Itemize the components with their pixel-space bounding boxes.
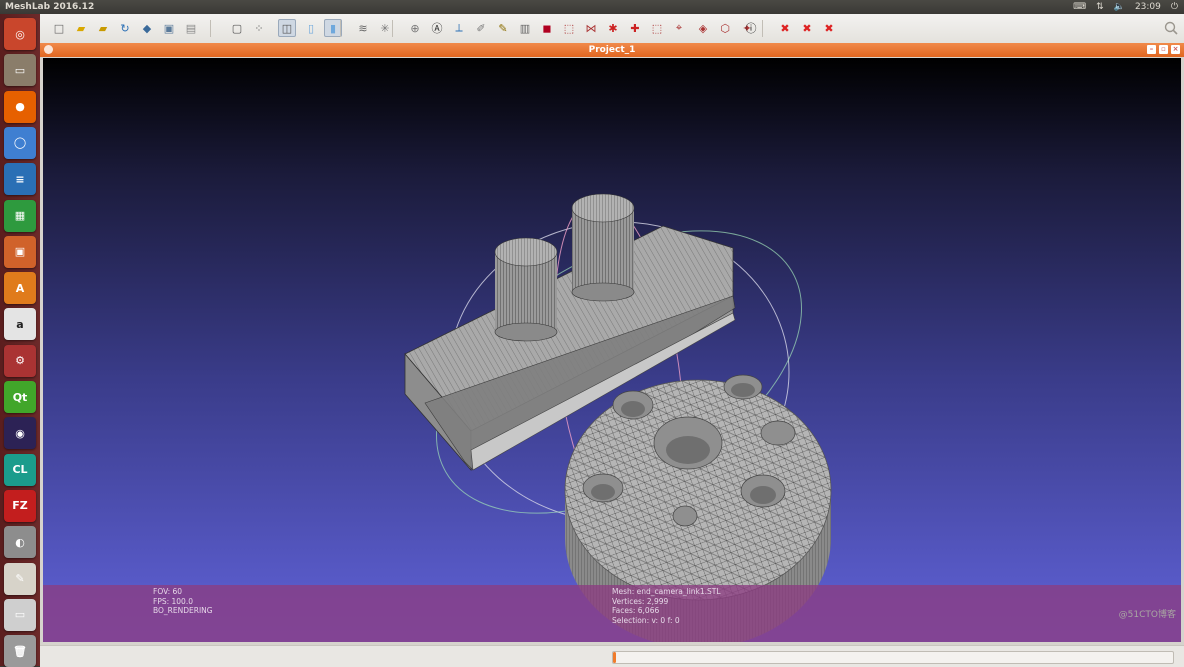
impress-icon[interactable]: ▣ xyxy=(4,235,36,268)
restore-icon[interactable]: ▫ xyxy=(1159,45,1168,54)
clion-icon[interactable]: CL xyxy=(4,453,36,486)
eclipse-icon[interactable]: ◉ xyxy=(4,417,36,450)
points-icon[interactable]: ⁘ xyxy=(250,19,268,37)
meshlab-eye-icon[interactable]: ◐ xyxy=(4,526,36,559)
system-tray: ⌨ ⇅ 🔈 23:09 ⏻ xyxy=(1073,0,1178,14)
selection-label: Selection: v: 0 f: 0 xyxy=(612,615,680,625)
open-mesh-icon[interactable]: ▰ xyxy=(94,19,112,37)
settings-icon[interactable]: ⚙ xyxy=(4,344,36,377)
select-vertex-icon[interactable]: ▥ xyxy=(516,19,534,37)
select-connected-icon[interactable]: ⋈ xyxy=(582,19,600,37)
clock[interactable]: 23:09 xyxy=(1135,0,1161,14)
close-icon[interactable]: × xyxy=(1171,45,1180,54)
edit-fragments-icon[interactable]: ⬡ xyxy=(716,19,734,37)
toolbar-separator xyxy=(392,20,393,37)
layers-icon[interactable]: ▤ xyxy=(182,19,200,37)
trash-icon[interactable]: 🗑 xyxy=(4,635,36,667)
knob-left xyxy=(494,237,558,342)
select-faces-icon[interactable]: ⬚ xyxy=(560,19,578,37)
keyboard-icon[interactable]: ⌨ xyxy=(1073,0,1086,14)
minimize-icon[interactable]: – xyxy=(1147,45,1156,54)
georef-icon[interactable]: ⬚ xyxy=(648,19,666,37)
project-window-titlebar[interactable]: Project_1 – ▫ × xyxy=(40,43,1184,57)
fov-label: FOV: 60 xyxy=(153,587,183,596)
delete-selected-vertices-icon[interactable]: ✖ xyxy=(798,19,816,37)
mdi-area: Project_1 – ▫ × FOV: 60 FPS: 100.0 BO_RE… xyxy=(40,43,1184,667)
knob-right xyxy=(571,193,635,302)
manual-align-icon[interactable]: ✚ xyxy=(626,19,644,37)
vertices-label: Vertices: 2,999 xyxy=(612,596,669,606)
qt-creator-icon[interactable]: Qt xyxy=(4,381,36,413)
open-project-icon[interactable]: ▰ xyxy=(72,19,90,37)
app-title: MeshLab 2016.12 xyxy=(5,2,95,12)
chromium-icon[interactable]: ◯ xyxy=(4,126,36,159)
window-title: Project_1 xyxy=(588,45,636,55)
layer-dialog-icon[interactable]: ≋ xyxy=(354,19,372,37)
faces-label: Faces: 6,066 xyxy=(612,606,660,615)
writer-icon[interactable]: ≡ xyxy=(4,163,36,196)
files-icon[interactable]: ▭ xyxy=(4,54,36,87)
render-info: FOV: 60 FPS: 100.0 BO_RENDERING xyxy=(153,587,213,616)
toolbar-separator xyxy=(340,20,341,37)
reload-icon[interactable]: ↻ xyxy=(116,19,134,37)
watermark: @51CTO博客 xyxy=(1118,610,1176,620)
edit-texture-icon[interactable]: ◼ xyxy=(538,19,556,37)
select-faces-area-icon[interactable]: ✱ xyxy=(604,19,622,37)
calc-icon[interactable]: ▦ xyxy=(4,199,36,232)
drive-icon[interactable]: ▭ xyxy=(4,598,36,631)
ubuntu-dash-icon[interactable]: ◎ xyxy=(4,18,36,50)
software-center-icon[interactable]: A xyxy=(4,272,36,305)
pick-points-icon[interactable]: ✐ xyxy=(472,19,490,37)
network-icon[interactable]: ⇅ xyxy=(1096,0,1104,14)
volume-icon[interactable]: 🔈 xyxy=(1114,0,1125,14)
new-project-icon[interactable]: □ xyxy=(50,19,68,37)
status-bar xyxy=(40,645,1184,667)
firefox-icon[interactable]: ● xyxy=(4,90,36,123)
toolbar-separator xyxy=(762,20,763,37)
window-menu-icon[interactable] xyxy=(44,45,53,54)
3d-viewport[interactable]: FOV: 60 FPS: 100.0 BO_RENDERING Mesh: en… xyxy=(43,58,1181,642)
progress-bar xyxy=(612,651,1174,664)
power-icon[interactable]: ⏻ xyxy=(1171,0,1178,14)
wireframe-icon[interactable]: ◫ xyxy=(278,19,296,37)
flat-lines-icon[interactable]: ▯ xyxy=(302,19,320,37)
toolbar-separator xyxy=(210,20,211,37)
mesh-info: Mesh: end_camera_link1.STL Vertices: 2,9… xyxy=(612,587,721,625)
annotation-icon[interactable]: Ⓐ xyxy=(428,19,446,37)
import-raster-icon[interactable]: ▣ xyxy=(160,19,178,37)
progress-fill xyxy=(613,652,616,663)
fps-label: FPS: 100.0 xyxy=(153,596,193,606)
delete-selection-icon[interactable]: ✖ xyxy=(820,19,838,37)
mesh-render xyxy=(404,193,832,642)
info-icon[interactable]: ⓘ xyxy=(742,19,760,37)
select-region-icon[interactable]: ⌖ xyxy=(670,19,688,37)
bbox-icon[interactable]: ▢ xyxy=(228,19,246,37)
text-editor-icon[interactable]: ✎ xyxy=(4,562,36,595)
top-panel: MeshLab 2016.12 ⌨ ⇅ 🔈 23:09 ⏻ xyxy=(0,0,1184,14)
filezilla-icon[interactable]: FZ xyxy=(4,489,36,522)
delete-selected-faces-icon[interactable]: ✖ xyxy=(776,19,794,37)
mesh-name-label: Mesh: end_camera_link1.STL xyxy=(612,587,721,596)
edit-mesh-icon[interactable]: ◈ xyxy=(694,19,712,37)
render-mode-label: BO_RENDERING xyxy=(153,606,213,615)
align-icon[interactable]: ⊕ xyxy=(406,19,424,37)
info-overlay: FOV: 60 FPS: 100.0 BO_RENDERING Mesh: en… xyxy=(43,585,1181,642)
search-icon[interactable] xyxy=(1164,20,1178,39)
amazon-icon[interactable]: a xyxy=(4,308,36,341)
save-snapshot-icon[interactable]: ◆ xyxy=(138,19,156,37)
main-toolbar: □ ▰ ▰ ↻ ◆ ▣ ▤ ▢ ⁘ ◫ ▯ ▮ ≋ ✳ ⊕ Ⓐ ⟂ ✐ ✎ ▥ ◼ ⬚ ⋈ ✱ ✚ ⬚ ⌖ ◈ ⬡ ✦ ⓘ ✖ ✖ ✖ xyxy=(40,14,1184,44)
launcher: ◎ ▭ ● ◯ ≡ ▦ ▣ Aa ⚙ Qt ◉ CL FZ ◐ ✎ ▭ 🗑 xyxy=(0,14,40,667)
paint-icon[interactable]: ✎ xyxy=(494,19,512,37)
measure-icon[interactable]: ⟂ xyxy=(450,19,468,37)
